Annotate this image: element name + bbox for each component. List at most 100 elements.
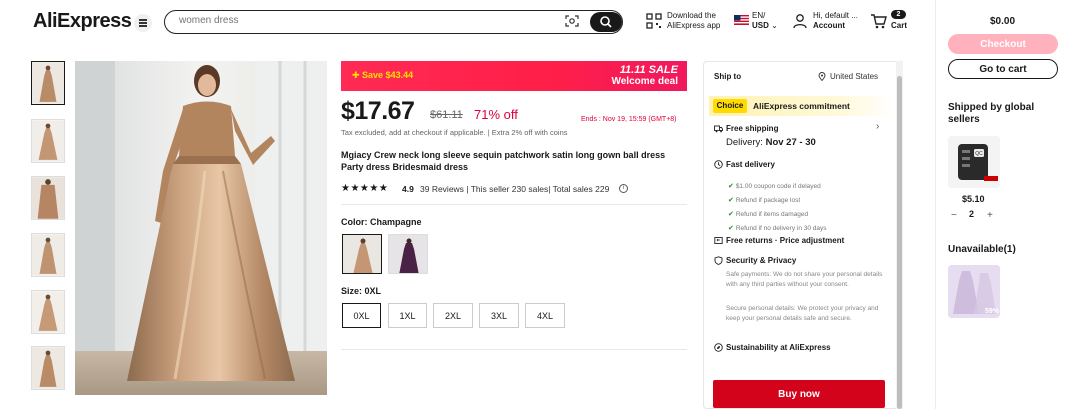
size-option-2xl[interactable]: 2XL	[433, 303, 473, 328]
tax-note: Tax excluded, add at checkout if applica…	[341, 128, 568, 137]
truck-icon	[714, 125, 723, 133]
search-bar	[164, 10, 623, 34]
size-label: Size: 0XL	[341, 286, 382, 296]
dress-photo	[75, 61, 327, 395]
dress-thumbnail-image	[32, 234, 64, 276]
cart-icon[interactable]	[870, 13, 887, 29]
thumbnail-5[interactable]	[31, 290, 65, 334]
choice-commitment: AliExpress commitment	[753, 101, 850, 111]
usb-charger-image: QC	[948, 136, 1000, 188]
user-icon[interactable]	[793, 13, 807, 29]
info-icon[interactable]: i	[619, 184, 628, 193]
color-swatch-champagne[interactable]	[342, 234, 382, 274]
sale-subtitle: Welcome deal	[611, 76, 678, 87]
currency-label: USD	[752, 21, 769, 30]
unavailable-discount: 59%	[985, 308, 1000, 315]
size-option-0xl[interactable]: 0XL	[342, 303, 381, 328]
delivery-estimate: Delivery: Nov 27 - 30	[726, 137, 816, 148]
thumbnail-1[interactable]	[31, 61, 65, 105]
chevron-right-icon[interactable]: ›	[876, 121, 879, 132]
purple-dress-swatch	[389, 235, 427, 273]
language-currency-selector[interactable]: EN/ USD ⌄	[752, 11, 778, 31]
return-box-icon	[714, 237, 723, 244]
choice-badge: Choice	[713, 99, 747, 113]
security-title: Security & Privacy	[726, 256, 797, 265]
search-button[interactable]	[590, 12, 622, 32]
free-returns-title[interactable]: Free returns · Price adjustment	[726, 236, 844, 245]
checkout-button[interactable]: Checkout	[948, 34, 1058, 54]
color-label: Color: Champagne	[341, 217, 422, 227]
thumbnail-3[interactable]	[31, 176, 65, 220]
champagne-dress-swatch	[343, 235, 381, 273]
original-price: $61.11	[430, 109, 463, 121]
dress-thumbnail-image	[32, 291, 64, 333]
qty-decrease-button[interactable]: −	[951, 210, 957, 221]
unavailable-title: Unavailable(1)	[948, 244, 1016, 255]
leaf-icon	[714, 343, 723, 352]
shipped-by-title: Shipped by global sellers	[948, 102, 1035, 125]
sustainability-title[interactable]: Sustainability at AliExpress	[726, 343, 831, 352]
dress-thumbnail-image	[32, 62, 64, 104]
fast-delivery-title: Fast delivery	[726, 160, 775, 169]
fast-delivery-item: ✔ Refund if no delivery in 30 days	[728, 225, 827, 232]
us-flag-icon	[734, 15, 749, 25]
rating-stars[interactable]: ★★★★★	[341, 183, 388, 194]
free-shipping-title: Free shipping	[726, 124, 779, 133]
reviews-sales-text[interactable]: 39 Reviews | This seller 230 sales| Tota…	[420, 184, 609, 194]
size-option-4xl[interactable]: 4XL	[525, 303, 565, 328]
camera-search-icon[interactable]	[565, 15, 579, 27]
buy-now-button[interactable]: Buy now	[713, 380, 885, 408]
cart-label[interactable]: Cart	[891, 21, 907, 30]
account-label: Account	[813, 21, 845, 30]
clock-icon	[714, 160, 723, 169]
sale-title: 11.11 SALE	[619, 64, 678, 76]
delivery-prefix: Delivery:	[726, 137, 766, 148]
size-option-3xl[interactable]: 3XL	[479, 303, 519, 328]
panel-scrollbar-thumb[interactable]	[897, 76, 902, 409]
discount-percent: 71% off	[474, 107, 518, 122]
qr-code-icon[interactable]	[646, 13, 662, 29]
dress-thumbnail-image	[32, 347, 64, 389]
divider	[341, 349, 687, 350]
thumbnail-4[interactable]	[31, 233, 65, 277]
sale-ends-timer: Ends : Nov 19, 15:59 (GMT+8)	[581, 116, 677, 123]
qty-value: 2	[969, 209, 975, 219]
current-price: $17.67	[341, 97, 415, 125]
promo-save-text: ✚ Save $43.44	[352, 70, 414, 80]
check-icon: ✔	[728, 225, 736, 232]
rating-value: 4.9	[402, 184, 414, 194]
shield-icon	[714, 256, 723, 265]
coupon-icon: ✚	[352, 70, 363, 80]
thumbnail-2[interactable]	[31, 119, 65, 163]
go-to-cart-button[interactable]: Go to cart	[948, 59, 1058, 79]
product-title: Mgiacy Crew neck long sleeve sequin patc…	[341, 150, 666, 172]
search-icon	[600, 16, 612, 28]
aliexpress-logo[interactable]: AliExpress	[33, 10, 132, 33]
account-menu[interactable]: Hi, default ... Account	[813, 11, 858, 31]
svg-text:QC: QC	[975, 151, 983, 157]
sidebar-divider	[935, 0, 936, 409]
delivery-dates: Nov 27 - 30	[765, 137, 816, 148]
cart-item-image[interactable]: QC	[948, 136, 1000, 188]
security-details-text: Secure personal details: We protect your…	[726, 305, 879, 322]
cart-total: $0.00	[990, 16, 1016, 27]
cart-item-price: $5.10	[962, 194, 985, 204]
color-swatch-purple[interactable]	[388, 234, 428, 274]
download-line1: Download the	[667, 11, 716, 20]
download-line2: AliExpress app	[667, 21, 721, 30]
dress-thumbnail-image	[32, 177, 64, 219]
menu-icon[interactable]	[134, 14, 152, 32]
main-product-image[interactable]	[75, 61, 327, 395]
top-header: AliExpress Download the AliExpress app E…	[0, 0, 935, 46]
account-greeting: Hi, default ...	[813, 11, 858, 20]
size-option-1xl[interactable]: 1XL	[388, 303, 427, 328]
chevron-down-icon: ⌄	[771, 21, 778, 30]
qty-increase-button[interactable]: +	[987, 210, 993, 221]
ship-country[interactable]: United States	[830, 72, 878, 81]
lang-line1: EN/	[752, 11, 766, 20]
search-input[interactable]	[179, 15, 539, 26]
location-pin-icon	[818, 72, 826, 81]
download-app-link[interactable]: Download the AliExpress app	[667, 11, 720, 31]
thumbnail-6[interactable]	[31, 346, 65, 390]
ship-to-label: Ship to	[714, 72, 742, 81]
